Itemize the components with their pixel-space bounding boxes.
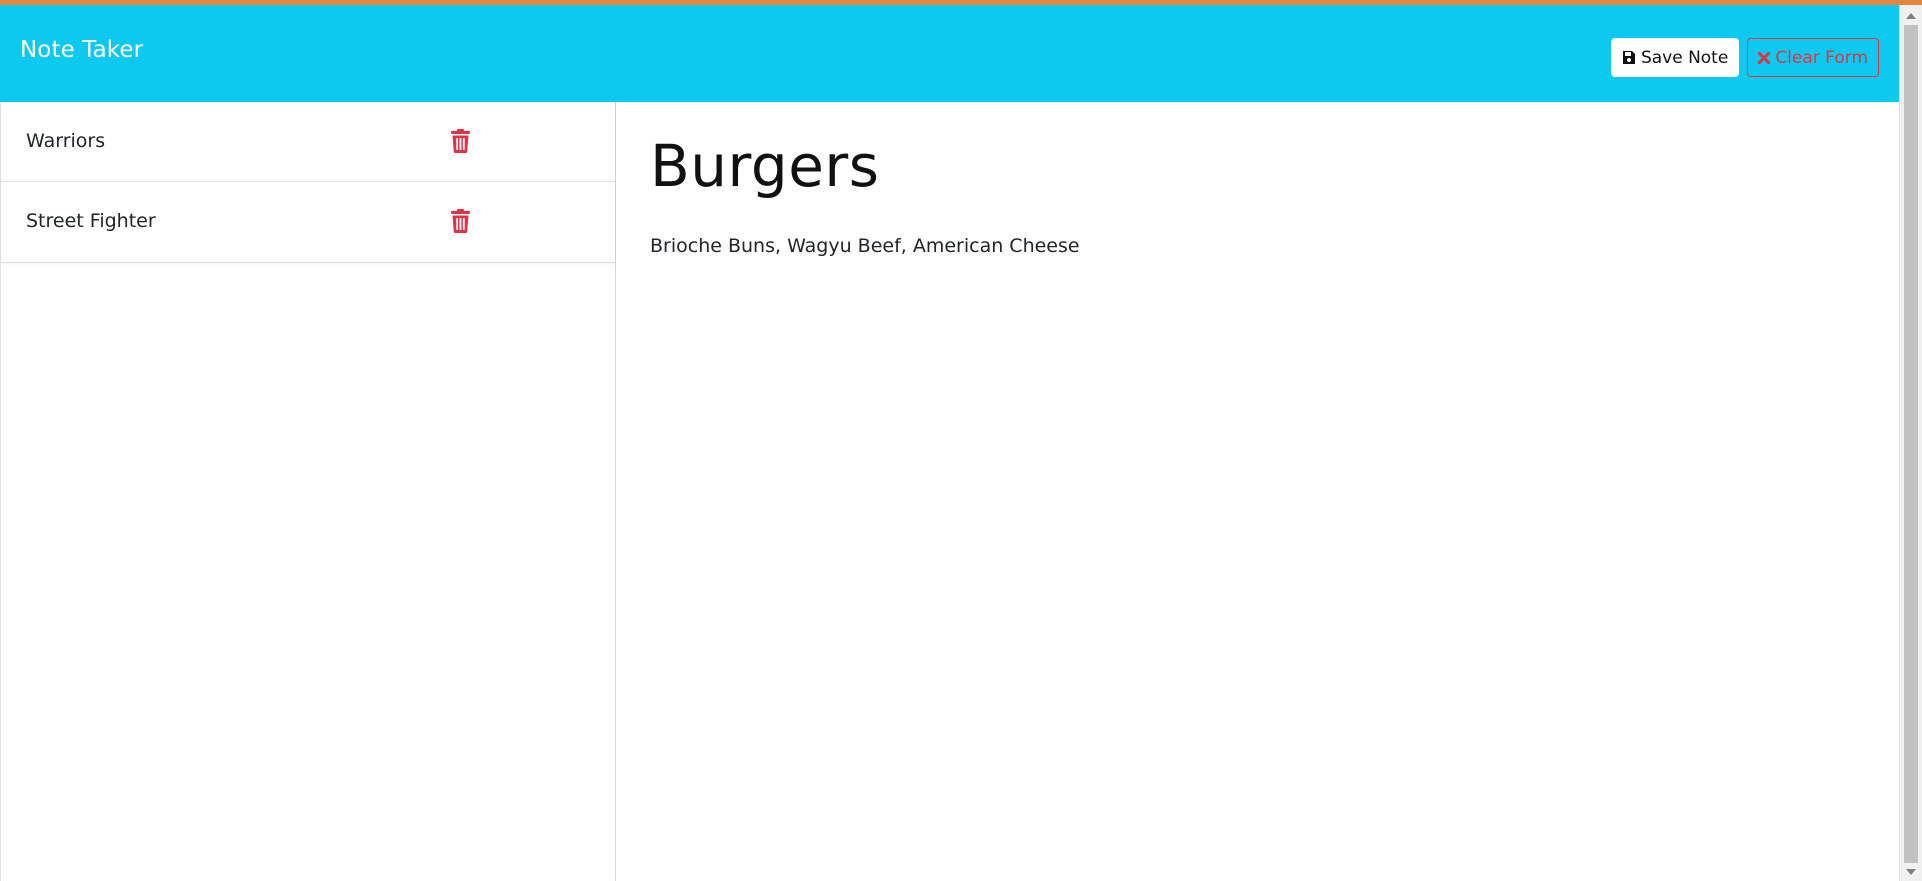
list-item[interactable]: Street Fighter — [1, 182, 615, 262]
nav-actions: Save Note Clear Form — [1610, 38, 1879, 77]
clear-form-label: Clear Form — [1775, 47, 1868, 68]
save-note-button[interactable]: Save Note — [1610, 38, 1740, 77]
scroll-down-icon[interactable] — [1906, 869, 1916, 875]
list-item[interactable]: Warriors — [1, 102, 615, 182]
note-title: Warriors — [26, 130, 106, 152]
note-view: Burgers Brioche Buns, Wagyu Beef, Americ… — [616, 102, 1899, 881]
save-note-label: Save Note — [1640, 47, 1729, 68]
note-text-field[interactable]: Brioche Buns, Wagyu Beef, American Chees… — [650, 235, 1080, 257]
floppy-disk-icon — [1622, 50, 1636, 65]
trash-icon[interactable] — [450, 209, 471, 233]
note-list: Warriors Street Fighter — [1, 102, 615, 263]
note-title-field[interactable]: Burgers — [650, 132, 879, 200]
trash-icon[interactable] — [450, 129, 471, 153]
notes-sidebar: Warriors Street Fighter — [0, 102, 616, 881]
note-taker-page: Note Taker Save Note Clear Form Warriors… — [0, 0, 1922, 881]
vertical-scrollbar[interactable] — [1899, 5, 1922, 881]
note-title: Street Fighter — [26, 210, 156, 232]
scroll-thumb[interactable] — [1904, 25, 1918, 863]
x-mark-icon — [1758, 51, 1771, 64]
scroll-up-icon[interactable] — [1906, 13, 1916, 19]
navbar: Note Taker Save Note Clear Form — [0, 5, 1899, 102]
clear-form-button[interactable]: Clear Form — [1747, 38, 1879, 77]
brand-title[interactable]: Note Taker — [20, 37, 143, 63]
